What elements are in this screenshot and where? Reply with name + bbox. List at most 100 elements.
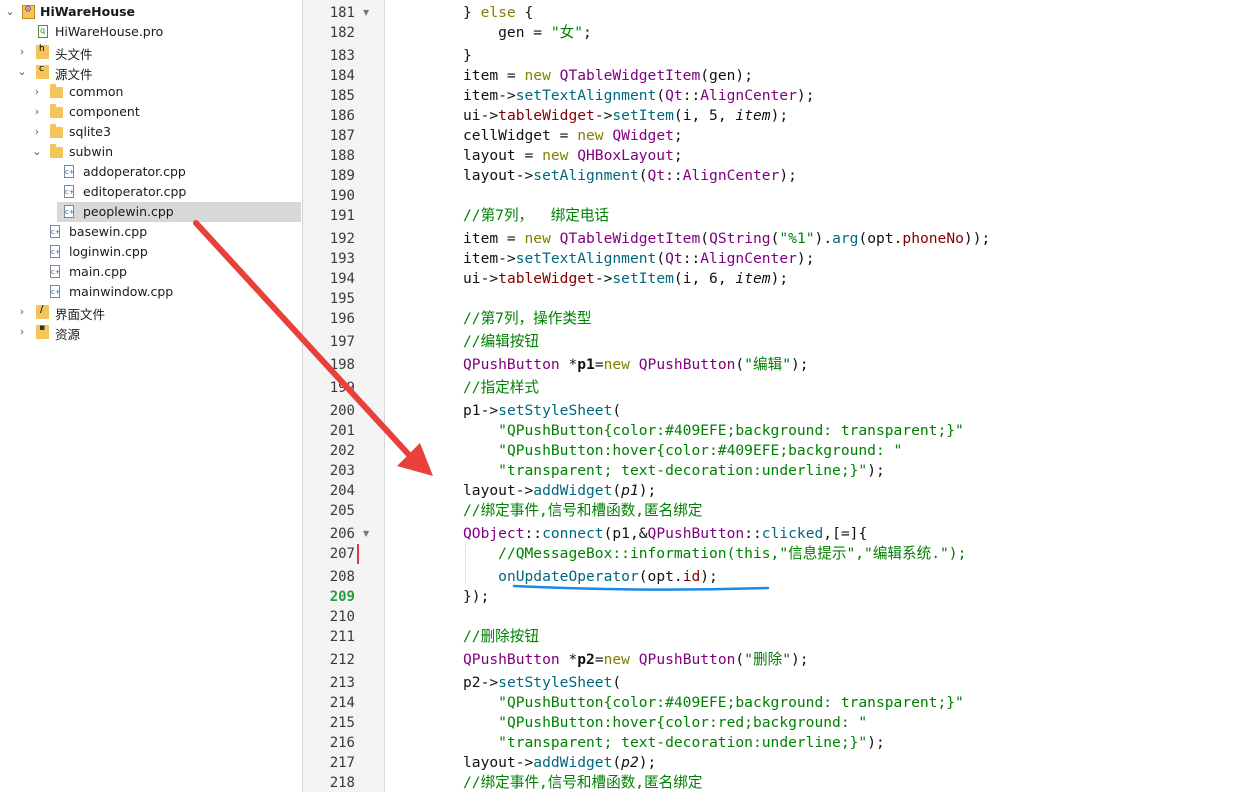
chevron-right-icon[interactable]: › [16, 42, 28, 62]
code-line[interactable]: //指定样式 [463, 378, 539, 398]
code-token: cellWidget = [463, 127, 578, 144]
code-line[interactable]: layout->setAlignment(Qt::AlignCenter); [463, 166, 797, 186]
code-line[interactable]: layout->addWidget(p2); [463, 753, 656, 773]
header-folder-icon [36, 44, 49, 59]
code-line[interactable]: //删除按钮 [463, 627, 539, 647]
code-token: addWidget [533, 482, 613, 499]
code-token: Qt [647, 167, 666, 184]
line-number: 194 [329, 271, 355, 287]
code-line[interactable]: item->setTextAlignment(Qt::AlignCenter); [463, 86, 815, 106]
tree-item-subwin[interactable]: ⌄ subwin [0, 142, 301, 162]
tree-item-pro-file[interactable]: HiWareHouse.pro [0, 22, 301, 42]
code-token: ( [612, 754, 622, 771]
code-token: new [524, 230, 551, 247]
tree-item-basewin[interactable]: basewin.cpp [0, 222, 301, 242]
tree-item-label: sqlite3 [69, 124, 111, 139]
chevron-down-icon[interactable]: ⌄ [31, 142, 43, 162]
code-line[interactable]: layout = new QHBoxLayout; [463, 146, 683, 166]
chevron-right-icon[interactable]: › [16, 302, 28, 322]
tree-item-forms[interactable]: › 界面文件 [0, 302, 301, 322]
tree-item-component[interactable]: › component [0, 102, 301, 122]
code-token: QPushButton [463, 356, 560, 373]
code-line[interactable]: "QPushButton{color:#409EFE;background: t… [463, 693, 964, 713]
code-line[interactable]: "QPushButton:hover{color:red;background:… [463, 713, 867, 733]
code-token: AlignCenter [682, 167, 780, 184]
code-line[interactable]: p2->setStyleSheet( [463, 673, 621, 693]
code-line[interactable]: cellWidget = new QWidget; [463, 126, 683, 146]
line-number: 207 [329, 546, 355, 562]
code-token: ); [638, 754, 657, 771]
code-token: ( [735, 651, 745, 668]
code-line[interactable]: QPushButton *p1=new QPushButton("编辑"); [463, 355, 809, 375]
code-line[interactable]: ui->tableWidget->setItem(i, 6, item); [463, 269, 788, 289]
tree-item-editoperator[interactable]: editoperator.cpp [0, 182, 301, 202]
tree-item-label: peoplewin.cpp [83, 204, 174, 219]
tree-item-project[interactable]: ⌄ HiWareHouse [0, 2, 301, 22]
code-token: ); [790, 651, 809, 668]
code-line[interactable]: }); [463, 587, 489, 607]
chevron-right-icon[interactable]: › [16, 322, 28, 342]
code-token: (opt. [638, 568, 683, 585]
fold-arrow-icon[interactable]: ▼ [363, 3, 373, 23]
code-line[interactable]: ui->tableWidget->setItem(i, 5, item); [463, 106, 788, 126]
chevron-down-icon[interactable]: ⌄ [4, 2, 16, 22]
code-token: item [735, 270, 771, 287]
code-line[interactable]: "transparent; text-decoration:underline;… [463, 461, 885, 481]
code-line[interactable]: //绑定事件,信号和槽函数,匿名绑定 [463, 773, 702, 793]
code-line[interactable]: QPushButton *p2=new QPushButton("删除"); [463, 650, 809, 670]
tree-item-resources[interactable]: › 资源 [0, 322, 301, 342]
tree-item-label: HiWareHouse [40, 4, 136, 19]
code-line[interactable]: } else { [463, 3, 533, 23]
code-line[interactable]: "transparent; text-decoration:underline;… [463, 733, 885, 753]
fold-arrow-icon[interactable]: ▼ [363, 524, 373, 544]
code-line[interactable]: layout->addWidget(p1); [463, 481, 656, 501]
code-line[interactable]: //编辑按钮 [463, 332, 539, 352]
code-token: AlignCenter [700, 250, 797, 267]
code-token: "%1" [779, 230, 815, 247]
code-token: } [463, 47, 472, 64]
tree-item-addoperator[interactable]: addoperator.cpp [0, 162, 301, 182]
code-line[interactable]: gen = "女"; [463, 23, 592, 43]
code-token: QTableWidgetItem [559, 230, 701, 247]
tree-item-mainwindow[interactable]: mainwindow.cpp [0, 282, 301, 302]
code-line[interactable]: "QPushButton{color:#409EFE;background: t… [463, 421, 964, 441]
code-line[interactable]: item->setTextAlignment(Qt::AlignCenter); [463, 249, 815, 269]
chevron-right-icon[interactable]: › [31, 102, 43, 122]
code-token: p1-> [463, 402, 499, 419]
code-line[interactable]: p1->setStyleSheet( [463, 401, 621, 421]
code-token: * [559, 651, 578, 668]
code-token: ); [867, 462, 885, 479]
code-line[interactable]: //绑定事件,信号和槽函数,匿名绑定 [463, 501, 702, 521]
code-line[interactable]: QObject::connect(p1,&QPushButton::clicke… [463, 524, 867, 544]
tree-item-sources[interactable]: ⌄ 源文件 [0, 62, 301, 82]
tree-item-loginwin[interactable]: loginwin.cpp [0, 242, 301, 262]
line-number: 218 [329, 775, 355, 791]
code-token: QString [709, 230, 771, 247]
code-token: :: [524, 525, 543, 542]
tree-item-sqlite3[interactable]: › sqlite3 [0, 122, 301, 142]
code-line[interactable]: onUpdateOperator(opt.id); [463, 567, 718, 587]
line-number: 191 [329, 208, 355, 224]
code-token: QPushButton [647, 525, 745, 542]
chevron-right-icon[interactable]: › [31, 82, 43, 102]
code-line[interactable]: } [463, 46, 472, 66]
chevron-down-icon[interactable]: ⌄ [16, 62, 28, 82]
code-token: new [577, 127, 604, 144]
code-token: //第7列， 绑定电话 [463, 207, 610, 224]
code-line[interactable]: "QPushButton:hover{color:#409EFE;backgro… [463, 441, 902, 461]
code-token: "编辑" [744, 356, 791, 373]
code-line[interactable]: //QMessageBox::information(this,"信息提示","… [463, 544, 966, 564]
code-line[interactable]: //第7列，操作类型 [463, 309, 592, 329]
tree-item-main[interactable]: main.cpp [0, 262, 301, 282]
tree-item-label: HiWareHouse.pro [55, 24, 164, 39]
code-line[interactable]: item = new QTableWidgetItem(gen); [463, 66, 753, 86]
code-line[interactable]: item = new QTableWidgetItem(QString("%1"… [463, 229, 990, 249]
code-token: ( [638, 167, 648, 184]
tree-item-peoplewin[interactable]: peoplewin.cpp [57, 202, 301, 222]
tree-item-common[interactable]: › common [0, 82, 301, 102]
chevron-right-icon[interactable]: › [31, 122, 43, 142]
tree-item-headers[interactable]: › 头文件 [0, 42, 301, 62]
code-line[interactable]: //第7列， 绑定电话 [463, 206, 609, 226]
code-editor[interactable]: } else { gen = "女";} item = new QTableWid… [385, 0, 1245, 792]
